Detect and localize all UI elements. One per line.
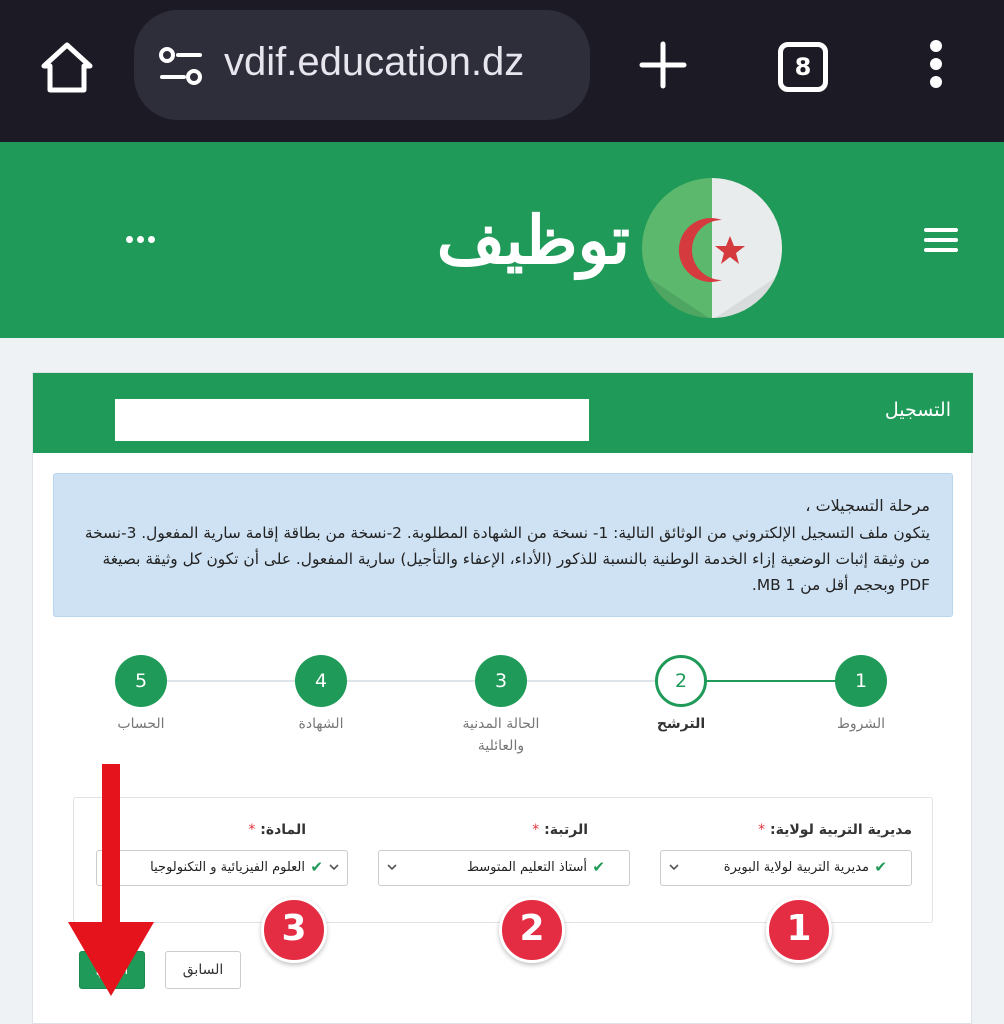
notice-body: يتكون ملف التسجيل الإلكتروني من الوثائق … xyxy=(84,524,930,594)
rank-value: أستاذ التعليم المتوسط xyxy=(466,860,587,875)
directorate-select[interactable]: مديرية التربية لولاية البويرة ✔ xyxy=(660,850,912,886)
check-icon: ✔ xyxy=(592,858,605,876)
step-2-circle[interactable]: 2 xyxy=(655,655,707,707)
step-1-circle[interactable]: 1 xyxy=(835,655,887,707)
site-header: توظيف xyxy=(0,142,1004,338)
step-3-circle[interactable]: 3 xyxy=(475,655,527,707)
redaction-box xyxy=(115,399,589,441)
tune-icon[interactable] xyxy=(158,46,204,86)
step-4-label: الشهادة xyxy=(298,716,344,732)
subject-value: العلوم الفيزيائية و التكنولوجيا xyxy=(150,860,305,875)
step-2-label: الترشح xyxy=(656,716,706,732)
subject-label: المادة: * xyxy=(248,822,306,838)
hamburger-menu-icon[interactable] xyxy=(924,228,958,254)
rank-label: الرتبة: * xyxy=(532,822,588,838)
step-1[interactable]: 1 الشروط xyxy=(791,655,931,735)
directorate-value: مديرية التربية لولاية البويرة xyxy=(723,860,869,875)
card-title: التسجيل xyxy=(884,399,951,421)
step-4[interactable]: 4 الشهادة xyxy=(251,655,391,735)
step-5[interactable]: 5 الحساب xyxy=(71,655,211,735)
annotation-badge-1: 1 xyxy=(766,897,832,963)
annotation-badge-3: 3 xyxy=(261,897,327,963)
address-bar[interactable]: vdif.education.dz xyxy=(134,10,590,120)
rank-select[interactable]: أستاذ التعليم المتوسط ✔ xyxy=(378,850,630,886)
step-2[interactable]: 2 الترشح xyxy=(611,655,751,735)
notice-box: مرحلة التسجيلات ، يتكون ملف التسجيل الإل… xyxy=(53,473,953,617)
arrow-down-icon xyxy=(68,764,154,996)
step-1-label: الشروط xyxy=(836,716,886,732)
step-4-circle[interactable]: 4 xyxy=(295,655,347,707)
annotation-badge-2: 2 xyxy=(499,897,565,963)
step-5-circle[interactable]: 5 xyxy=(115,655,167,707)
more-vert-icon[interactable] xyxy=(926,40,946,92)
previous-button[interactable]: السابق xyxy=(165,951,241,989)
step-3-label: الحالة المدنية والعائلية xyxy=(462,716,540,754)
plus-icon[interactable] xyxy=(638,40,688,90)
chevron-down-icon xyxy=(669,864,679,871)
more-horiz-icon[interactable] xyxy=(126,228,162,243)
step-3[interactable]: 3 الحالة المدنية والعائلية xyxy=(431,655,571,757)
home-icon[interactable] xyxy=(38,38,96,96)
algeria-flag-emblem xyxy=(642,178,782,318)
card-header: التسجيل xyxy=(33,373,973,453)
notice-title: مرحلة التسجيلات ، xyxy=(805,496,930,515)
chevron-down-icon xyxy=(387,864,397,871)
browser-toolbar: vdif.education.dz 8 xyxy=(0,0,1004,142)
site-logo-text[interactable]: توظيف xyxy=(437,180,630,300)
check-icon: ✔ xyxy=(310,858,323,876)
tabs-icon[interactable]: 8 xyxy=(778,42,828,92)
check-icon: ✔ xyxy=(874,858,887,876)
directorate-label: مديرية التربية لولاية: * xyxy=(758,822,912,838)
registration-card: التسجيل مرحلة التسجيلات ، يتكون ملف التس… xyxy=(32,372,973,1024)
chevron-down-icon xyxy=(329,864,339,871)
step-5-label: الحساب xyxy=(117,716,165,732)
url-text[interactable]: vdif.education.dz xyxy=(224,40,524,85)
